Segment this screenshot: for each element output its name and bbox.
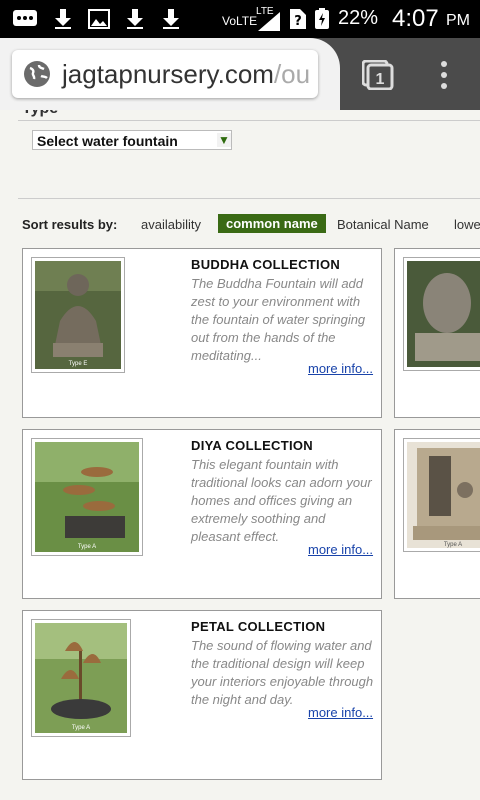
- sort-bar: Sort results by: availability common nam…: [0, 200, 480, 248]
- url-text: jagtapnursery.com/ou: [62, 59, 310, 90]
- dropdown-arrow-icon: ▼: [217, 133, 231, 147]
- sort-lowest[interactable]: lowe: [454, 217, 480, 232]
- address-bar[interactable]: jagtapnursery.com/ou: [12, 50, 318, 98]
- petal-fountain-image: Type A: [35, 623, 127, 733]
- filter-panel: Type Select water fountain ▼: [0, 110, 480, 200]
- product-thumbnail[interactable]: Type A: [403, 438, 480, 552]
- signal-icon: [258, 12, 280, 31]
- svg-text:?: ?: [294, 14, 302, 29]
- menu-dot-icon: [441, 61, 447, 67]
- select-value: Select water fountain: [37, 133, 178, 149]
- sort-common-name[interactable]: common name: [218, 214, 326, 233]
- more-info-link[interactable]: more info...: [308, 705, 373, 720]
- product-thumbnail[interactable]: Type A: [31, 619, 131, 737]
- status-bar: VoLTE LTE ? 22% 4:07 PM: [0, 0, 480, 38]
- sort-botanical-name[interactable]: Botanical Name: [337, 217, 429, 232]
- more-info-link[interactable]: more info...: [308, 361, 373, 376]
- type-label: Type: [22, 110, 58, 118]
- results-area: Type E BUDDHA COLLECTION The Buddha Foun…: [0, 248, 480, 800]
- product-title: PETAL COLLECTION: [191, 619, 326, 634]
- product-description: The Buddha Fountain will add zest to you…: [191, 276, 366, 363]
- overflow-menu-button[interactable]: [432, 58, 456, 92]
- thumb-caption: Type A: [72, 725, 90, 731]
- browser-toolbar: jagtapnursery.com/ou 1: [0, 38, 480, 110]
- sort-label: Sort results by:: [22, 217, 118, 232]
- product-description: This elegant fountain with traditional l…: [191, 457, 372, 544]
- product-thumbnail[interactable]: Type E: [31, 257, 125, 373]
- download-icon: [55, 9, 71, 29]
- wall-fountain-image: Type A: [407, 442, 480, 548]
- product-card-partial[interactable]: Type A: [394, 429, 480, 599]
- tabs-icon: 1: [361, 59, 394, 91]
- divider: [18, 198, 480, 199]
- product-title: BUDDHA COLLECTION: [191, 257, 341, 272]
- url-tab: jagtapnursery.com/ou: [0, 38, 340, 110]
- product-description: The sound of flowing water and the tradi…: [191, 638, 374, 707]
- product-thumbnail[interactable]: Type A: [31, 438, 143, 556]
- buddha-head-image: [407, 261, 480, 367]
- message-icon: [13, 10, 37, 26]
- menu-dot-icon: [441, 83, 447, 89]
- tab-count: 1: [376, 71, 385, 88]
- product-card-buddha[interactable]: Type E BUDDHA COLLECTION The Buddha Foun…: [22, 248, 382, 418]
- more-info-link[interactable]: more info...: [308, 542, 373, 557]
- clock-time: 4:07: [392, 5, 439, 32]
- diya-fountain-image: Type A: [35, 442, 139, 552]
- thumb-caption: Type A: [78, 544, 96, 550]
- sort-availability[interactable]: availability: [141, 217, 201, 232]
- battery-icon: [315, 8, 329, 29]
- url-path: /ou: [273, 59, 311, 89]
- no-sim-icon: ?: [290, 9, 306, 29]
- product-card-petal[interactable]: Type A PETAL COLLECTION The sound of flo…: [22, 610, 382, 780]
- thumb-caption: Type E: [69, 361, 88, 367]
- product-thumbnail[interactable]: [403, 257, 480, 371]
- battery-percent: 22%: [338, 7, 379, 29]
- url-domain: jagtapnursery.com: [62, 59, 274, 89]
- product-title: DIYA COLLECTION: [191, 438, 313, 453]
- globe-icon: [24, 61, 50, 87]
- gallery-icon: [88, 9, 110, 29]
- fountain-type-select[interactable]: Select water fountain ▼: [32, 130, 232, 150]
- web-page: Type Select water fountain ▼ Sort result…: [0, 110, 480, 800]
- menu-dot-icon: [441, 72, 447, 78]
- divider: [18, 120, 480, 121]
- product-card-diya[interactable]: Type A DIYA COLLECTION This elegant foun…: [22, 429, 382, 599]
- volte-label: VoLTE: [222, 14, 258, 28]
- download-icon: [127, 9, 143, 29]
- tab-switcher-button[interactable]: 1: [361, 59, 394, 91]
- product-card-partial[interactable]: [394, 248, 480, 418]
- download-icon: [163, 9, 179, 29]
- clock-ampm: PM: [446, 12, 470, 29]
- thumb-caption: Type A: [444, 542, 462, 548]
- buddha-fountain-image: Type E: [35, 261, 121, 369]
